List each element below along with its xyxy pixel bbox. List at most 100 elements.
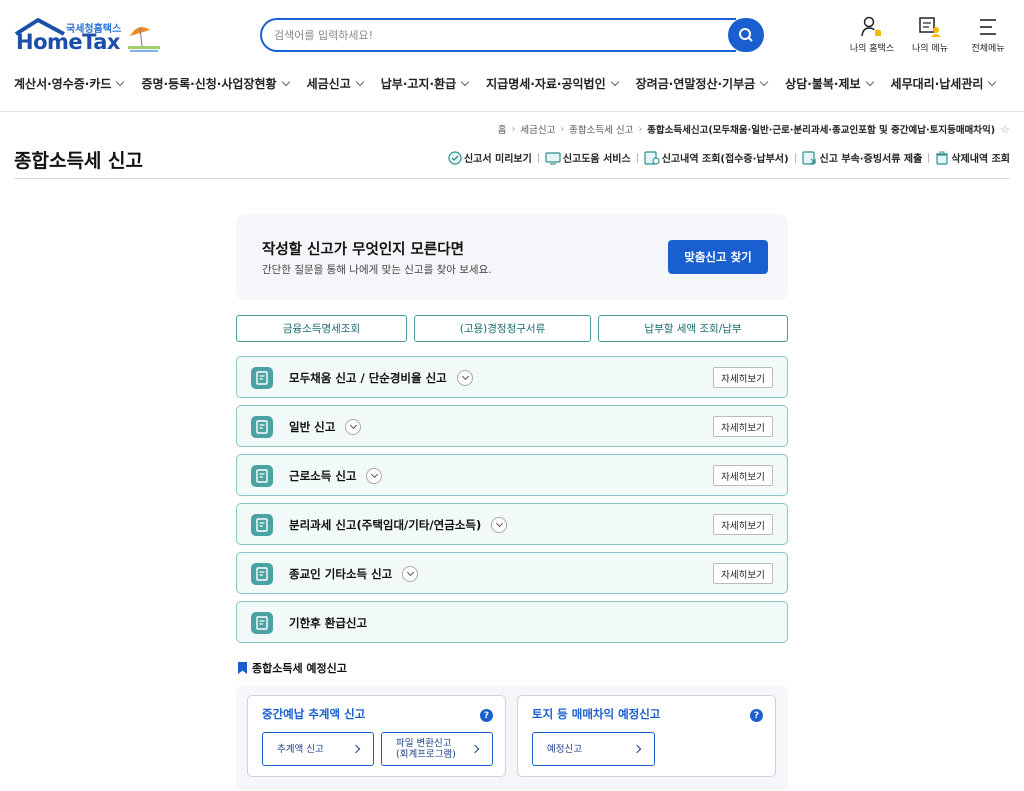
- detail-button[interactable]: 자세히보기: [713, 563, 773, 584]
- preview-icon: [448, 150, 462, 165]
- my-hometax-label: 나의 홈택스: [849, 44, 895, 54]
- gnb-label: 세금신고: [306, 77, 351, 91]
- gnb-item-tax-filing[interactable]: 세금신고: [306, 75, 364, 92]
- history-link[interactable]: 신고내역 조회(접수증·납부서): [644, 150, 789, 165]
- hometax-logo[interactable]: 국세청홈택스 HomeTax: [14, 18, 164, 58]
- gnb-item-incentive[interactable]: 장려금·연말정산·기부금: [635, 75, 769, 92]
- deleted-history-link[interactable]: 삭제내역 조회: [935, 150, 1010, 165]
- search-field[interactable]: [260, 18, 736, 52]
- search-input[interactable]: [274, 20, 736, 50]
- accordion-label: 일반 신고: [289, 418, 362, 436]
- attach-label: 신고 부속·증빙서류 제출: [819, 154, 923, 165]
- chevron-down-icon[interactable]: [456, 369, 473, 386]
- gnb-label: 계산서·영수증·카드: [14, 77, 112, 91]
- accordion-label: 종교인 기타소득 신고: [289, 565, 419, 583]
- card-title: 중간예납 추계액 신고: [262, 707, 366, 721]
- chevron-right-icon: [470, 744, 480, 754]
- my-menu-button[interactable]: 나의 메뉴: [906, 16, 954, 54]
- trash-icon: [936, 151, 949, 165]
- search-button[interactable]: [728, 18, 764, 52]
- accordion-title: 종교인 기타소득 신고: [289, 567, 393, 581]
- chevron-down-icon[interactable]: [402, 565, 419, 582]
- accordion-label: 근로소득 신고: [289, 467, 383, 485]
- gnb-label: 장려금·연말정산·기부금: [635, 77, 756, 91]
- umbrella-icon: [128, 27, 160, 52]
- gnb-item-invoice[interactable]: 계산서·영수증·카드: [14, 75, 125, 92]
- accordion-religious[interactable]: 종교인 기타소득 신고 자세히보기: [236, 552, 788, 594]
- breadcrumb-separator: ›: [638, 123, 643, 135]
- detail-button[interactable]: 자세히보기: [713, 367, 773, 388]
- chevron-down-icon[interactable]: [366, 467, 383, 484]
- gnb-label: 상담·불복·제보: [785, 77, 861, 91]
- accordion-late-refund[interactable]: 기한후 환급신고: [236, 601, 788, 643]
- quick-buttons: 금융소득명세조회 (고용)경정청구서류 납부할 세액 조회/납부: [236, 315, 788, 342]
- chevron-down-icon[interactable]: [345, 418, 362, 435]
- accordion-modu-chaeum[interactable]: 모두채움 신고 / 단순경비율 신고 자세히보기: [236, 356, 788, 398]
- preview-link[interactable]: 신고서 미리보기: [448, 150, 532, 165]
- document-icon: [251, 465, 273, 487]
- gnb-item-agent[interactable]: 세무대리·납세관리: [891, 75, 997, 92]
- help-service-label: 신고도움 서비스: [562, 154, 631, 165]
- land-gain-card: 토지 등 매매차익 예정신고 ? 예정신고: [517, 695, 776, 777]
- help-service-link[interactable]: 신고도움 서비스: [545, 150, 631, 165]
- chevron-down-icon: [281, 77, 290, 87]
- file-conversion-button[interactable]: 파일 변환신고 (회계프로그램): [381, 732, 493, 766]
- find-custom-filing-button[interactable]: 맞춤신고 찾기: [668, 240, 768, 274]
- gnb-item-certificate[interactable]: 증명·등록·신청·사업장현황: [141, 75, 290, 92]
- breadcrumb: 홈 › 세금신고 › 종합소득세 신고 › 종합소득세신고(모두채움·일반·근로…: [498, 122, 1010, 137]
- help-icon[interactable]: ?: [480, 709, 493, 722]
- chevron-down-icon: [759, 77, 769, 87]
- my-hometax-button[interactable]: 나의 홈택스: [848, 16, 896, 54]
- button-label: 추계액 신고: [277, 743, 324, 755]
- document-icon: [251, 563, 273, 585]
- button-label: 예정신고: [547, 743, 582, 755]
- gnb-label: 지급명세·자료·공익법인: [486, 77, 606, 91]
- my-menu-icon: [919, 17, 941, 37]
- page-title: 종합소득세 신고: [14, 150, 143, 172]
- site-header: 국세청홈택스 HomeTax 나의 홈택스: [0, 0, 1024, 112]
- attach-icon: [801, 150, 816, 165]
- accordion-title: 일반 신고: [289, 420, 336, 434]
- chevron-down-icon: [865, 77, 874, 87]
- accordion-separate-taxation[interactable]: 분리과세 신고(주택임대/기타/연금소득) 자세히보기: [236, 503, 788, 545]
- accordion-title: 근로소득 신고: [289, 469, 357, 483]
- breadcrumb-income-tax[interactable]: 종합소득세 신고: [569, 122, 633, 136]
- estimate-filing-button[interactable]: 추계액 신고: [262, 732, 374, 766]
- attach-link[interactable]: 신고 부속·증빙서류 제출: [801, 150, 923, 165]
- finder-title: 작성할 신고가 무엇인지 모른다면: [262, 242, 464, 258]
- chevron-down-icon[interactable]: [491, 516, 508, 533]
- accordion-title: 분리과세 신고(주택임대/기타/연금소득): [289, 518, 482, 532]
- breadcrumb-current: 종합소득세신고(모두채움·일반·근로·분리과세·종교인포함 및 중간예납·토지등…: [647, 125, 996, 136]
- button-sublabel: (회계프로그램): [396, 749, 456, 760]
- detail-button[interactable]: 자세히보기: [713, 514, 773, 535]
- gnb-item-statement[interactable]: 지급명세·자료·공익법인: [486, 75, 619, 92]
- gnb-item-consult[interactable]: 상담·불복·제보: [785, 75, 874, 92]
- financial-income-lookup-button[interactable]: 금융소득명세조회: [236, 315, 407, 342]
- correction-claim-button[interactable]: (고용)경정청구서류: [414, 315, 591, 342]
- all-menu-label: 전체메뉴: [971, 44, 1005, 54]
- chevron-down-icon: [610, 77, 619, 87]
- accordion-general[interactable]: 일반 신고 자세히보기: [236, 405, 788, 447]
- user-bell-icon: [861, 16, 881, 37]
- breadcrumb-home[interactable]: 홈: [498, 122, 507, 136]
- top-utility-icons: 나의 홈택스 나의 메뉴 전체메뉴: [848, 16, 1012, 54]
- tax-payment-button[interactable]: 납부할 세액 조회/납부: [598, 315, 788, 342]
- estimated-filing-panel: 중간예납 추계액 신고 ? 추계액 신고 파일 변환신고 (회계프로그램) 토지…: [236, 686, 788, 790]
- chevron-down-icon: [355, 77, 364, 87]
- help-icon[interactable]: ?: [750, 709, 763, 722]
- document-icon: [251, 612, 273, 634]
- history-label: 신고내역 조회(접수증·납부서): [661, 154, 789, 165]
- gnb-item-payment[interactable]: 납부·고지·환급: [381, 75, 470, 92]
- search-icon: [739, 28, 753, 42]
- document-icon: [251, 514, 273, 536]
- preliminary-filing-button[interactable]: 예정신고: [532, 732, 655, 766]
- bookmark-icon: [238, 662, 247, 674]
- accordion-earned-income[interactable]: 근로소득 신고 자세히보기: [236, 454, 788, 496]
- favorite-star-icon[interactable]: ☆: [1000, 123, 1010, 136]
- accordion-label: 모두채움 신고 / 단순경비율 신고: [289, 369, 473, 387]
- title-divider: [14, 178, 1010, 179]
- all-menu-button[interactable]: 전체메뉴: [964, 16, 1012, 54]
- breadcrumb-tax-filing[interactable]: 세금신고: [520, 122, 555, 136]
- detail-button[interactable]: 자세히보기: [713, 465, 773, 486]
- detail-button[interactable]: 자세히보기: [713, 416, 773, 437]
